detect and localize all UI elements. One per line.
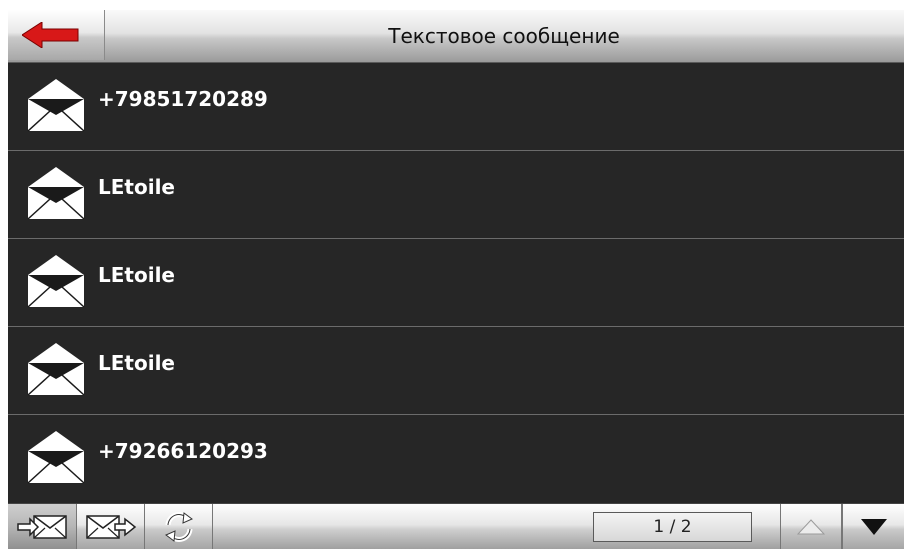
arrow-up-icon xyxy=(797,519,825,535)
outbox-button[interactable] xyxy=(77,504,145,549)
refresh-icon xyxy=(164,512,193,542)
arrow-down-icon xyxy=(860,519,887,535)
page-title: Текстовое сообщение xyxy=(388,24,620,48)
message-sender: LEtoile xyxy=(98,351,175,375)
header-bar: Текстовое сообщение xyxy=(8,10,904,63)
message-row[interactable]: +79851720289 xyxy=(8,63,904,151)
page-indicator: 1 / 2 xyxy=(593,512,752,542)
message-list: +79851720289 LEtoile LEtoile LEtoile +79… xyxy=(8,63,904,503)
scroll-down-button[interactable] xyxy=(842,504,904,549)
footer-toolbar: 1 / 2 xyxy=(8,503,904,549)
inbox-button[interactable] xyxy=(8,504,77,549)
refresh-button[interactable] xyxy=(145,504,213,549)
message-row[interactable]: LEtoile xyxy=(8,151,904,239)
screen: Текстовое сообщение +79851720289 LEtoile… xyxy=(8,10,904,549)
scroll-up-button[interactable] xyxy=(780,504,842,549)
envelope-icon xyxy=(24,423,88,487)
message-sender: LEtoile xyxy=(98,175,175,199)
message-sender: LEtoile xyxy=(98,263,175,287)
message-sender: +79266120293 xyxy=(98,439,268,463)
outbox-icon xyxy=(85,515,136,539)
inbox-icon xyxy=(17,515,67,539)
envelope-icon xyxy=(24,159,88,223)
message-row[interactable]: LEtoile xyxy=(8,327,904,415)
envelope-icon xyxy=(24,335,88,399)
message-sender: +79851720289 xyxy=(98,87,268,111)
envelope-icon xyxy=(24,71,88,135)
message-row[interactable]: LEtoile xyxy=(8,239,904,327)
envelope-icon xyxy=(24,247,88,311)
arrow-left-icon xyxy=(22,22,79,48)
message-row[interactable]: +79266120293 xyxy=(8,415,904,503)
back-button[interactable] xyxy=(8,10,105,60)
